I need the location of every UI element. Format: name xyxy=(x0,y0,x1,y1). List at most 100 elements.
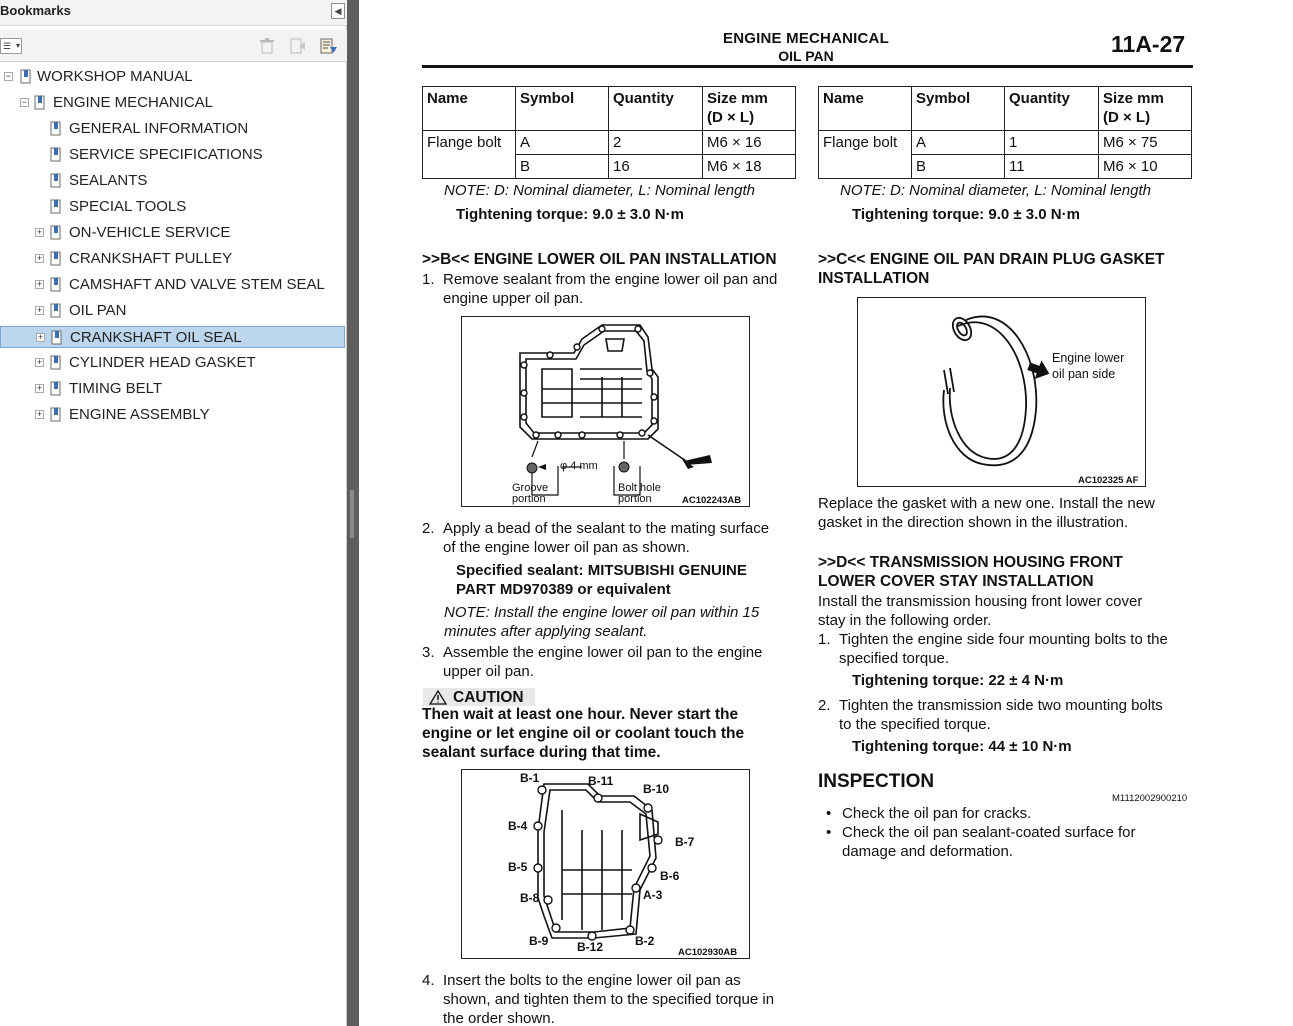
page-header-title: ENGINE MECHANICAL xyxy=(723,30,889,47)
cell-size: M6 × 16 xyxy=(702,130,796,155)
collapse-panel-button[interactable]: ◀ xyxy=(331,3,345,19)
page-header-subtitle: OIL PAN xyxy=(778,48,834,64)
expand-toggle-icon[interactable]: + xyxy=(35,306,44,315)
figure-1-dia-label: φ 4 mm xyxy=(560,460,598,472)
bookmark-icon xyxy=(51,330,62,345)
bolt-label-b9: B-9 xyxy=(529,934,549,948)
figure-1-code: AC102243AB xyxy=(682,495,742,506)
collapse-toggle-icon[interactable]: − xyxy=(4,72,13,81)
bookmark-icon xyxy=(34,95,45,110)
bookmarks-toolbar: ☰ ▾ xyxy=(0,30,347,62)
oil-pan-sealant-illustration xyxy=(519,324,712,496)
table-row: Flange bolt A 2 M6 × 16 xyxy=(422,130,796,179)
right-bolt-table: Name Symbol Quantity Size mm (D × L) Flan… xyxy=(818,86,1192,179)
warning-triangle-icon xyxy=(429,690,447,705)
cell-symbol: A xyxy=(515,130,609,155)
bookmark-item[interactable]: + ENGINE ASSEMBLY xyxy=(0,404,345,426)
bolt-label-b11: B-11 xyxy=(588,774,614,788)
bolt-label-b2: B-2 xyxy=(635,934,655,948)
bolt-label-b6: B-6 xyxy=(660,869,680,883)
bookmark-item[interactable]: SEALANTS xyxy=(0,170,345,192)
bolt-tightening-order-illustration xyxy=(533,783,663,941)
bookmark-item[interactable]: GENERAL INFORMATION xyxy=(0,118,345,140)
bookmark-item[interactable]: + CRANKSHAFT OIL SEAL xyxy=(0,326,345,348)
inspection-code: M1112002900210 xyxy=(1112,793,1188,804)
bookmark-label: SPECIAL TOOLS xyxy=(69,198,187,215)
options-menu-icon: ☰ xyxy=(3,41,12,51)
bookmark-item[interactable]: + TIMING BELT xyxy=(0,378,345,400)
section-d-step-2: 2. Tighten the transmission side two mou… xyxy=(818,697,1163,733)
bookmark-icon xyxy=(50,381,61,396)
bookmark-icon xyxy=(50,407,61,422)
splitter-grip[interactable] xyxy=(350,490,354,538)
bolt-label-b4: B-4 xyxy=(508,819,528,833)
expand-toggle-icon[interactable]: + xyxy=(35,228,44,237)
bookmark-label: ON-VEHICLE SERVICE xyxy=(69,224,231,241)
cell-quantity: 1 xyxy=(1004,130,1099,155)
section-b-step-2: 2. Apply a bead of the sealant to the ma… xyxy=(422,520,770,556)
bookmark-item[interactable]: + CRANKSHAFT PULLEY xyxy=(0,248,345,270)
bolt-label-b7: B-7 xyxy=(675,835,695,849)
figure-3-code: AC102325 AF xyxy=(1078,475,1139,486)
cell-quantity: 11 xyxy=(1004,154,1099,179)
expand-toggle-icon[interactable]: + xyxy=(35,358,44,367)
cell-size: M6 × 10 xyxy=(1098,154,1192,179)
document-page: ENGINE MECHANICAL OIL PAN 11A-27 Name Sy… xyxy=(359,0,1293,1026)
section-b-step-3: 3. Assemble the engine lower oil pan to … xyxy=(422,644,763,680)
figure-drain-plug-gasket: Engine lower oil pan side AC102325 AF xyxy=(857,297,1146,487)
figure-1-groove-label: Groove portion xyxy=(512,482,549,505)
col-header-quantity: Quantity xyxy=(608,86,703,131)
expand-bookmark-icon xyxy=(320,38,337,54)
expand-toggle-icon[interactable]: + xyxy=(35,384,44,393)
expand-toggle-icon[interactable]: + xyxy=(35,280,44,289)
bookmark-item[interactable]: + OIL PAN xyxy=(0,300,345,322)
bookmark-icon xyxy=(50,121,61,136)
delete-bookmark-button[interactable] xyxy=(260,38,274,54)
gasket-illustration xyxy=(942,315,1050,467)
collapse-toggle-icon[interactable]: − xyxy=(20,98,29,107)
expand-bookmark-button[interactable] xyxy=(320,38,338,54)
bookmark-icon xyxy=(50,355,61,370)
section-b-step-1: 1. Remove sealant from the engine lower … xyxy=(422,271,778,307)
bolt-label-b8: B-8 xyxy=(520,891,540,905)
left-table-note: NOTE: D: Nominal diameter, L: Nominal le… xyxy=(444,182,755,199)
section-d-intro: Install the transmission housing front l… xyxy=(818,593,1143,629)
col-header-name: Name xyxy=(818,86,912,131)
header-rule xyxy=(422,65,1193,68)
cell-quantity: 2 xyxy=(608,130,703,155)
options-menu-button[interactable]: ☰ ▾ xyxy=(0,38,22,54)
bookmark-item[interactable]: − WORKSHOP MANUAL xyxy=(0,66,345,88)
col-header-symbol: Symbol xyxy=(515,86,609,131)
bolt-label-b1: B-1 xyxy=(520,771,540,785)
bookmark-item[interactable]: SERVICE SPECIFICATIONS xyxy=(0,144,345,166)
section-b-step-4: 4. Insert the bolts to the engine lower … xyxy=(422,972,775,1026)
bookmark-item[interactable]: SPECIAL TOOLS xyxy=(0,196,345,218)
section-d-step-1: 1. Tighten the engine side four mounting… xyxy=(818,631,1168,667)
bookmark-item[interactable]: − ENGINE MECHANICAL xyxy=(0,92,345,114)
cell-name: Flange bolt xyxy=(422,130,516,179)
bookmark-icon xyxy=(50,303,61,318)
section-c-text: Replace the gasket with a new one. Insta… xyxy=(818,495,1155,531)
chevron-down-icon: ▾ xyxy=(16,41,21,50)
bookmark-label: CRANKSHAFT OIL SEAL xyxy=(70,329,242,346)
bookmark-label: ENGINE MECHANICAL xyxy=(53,94,214,111)
figure-2-code: AC102930AB xyxy=(678,947,738,958)
bookmark-item[interactable]: + CAMSHAFT AND VALVE STEM SEAL xyxy=(0,274,345,296)
new-bookmark-button[interactable] xyxy=(290,38,306,54)
bookmark-icon xyxy=(50,173,61,188)
page-number: 11A-27 xyxy=(1111,31,1186,57)
bookmark-item[interactable]: + CYLINDER HEAD GASKET xyxy=(0,352,345,374)
bookmark-icon xyxy=(20,69,31,84)
bookmark-icon xyxy=(50,251,61,266)
expand-toggle-icon[interactable]: + xyxy=(35,254,44,263)
expand-toggle-icon[interactable]: + xyxy=(36,333,45,342)
table-row: Flange bolt A 1 M6 × 75 xyxy=(818,130,1192,179)
bolt-label-a3: A-3 xyxy=(643,888,663,902)
list-item: Check the oil pan sealant-coated surface… xyxy=(818,823,1136,861)
bookmark-item[interactable]: + ON-VEHICLE SERVICE xyxy=(0,222,345,244)
specified-sealant: Specified sealant: MITSUBISHI GENUINE PAR… xyxy=(456,562,747,598)
bookmark-icon xyxy=(50,225,61,240)
inspection-list: Check the oil pan for cracks. Check the … xyxy=(818,804,1136,861)
cell-size: M6 × 18 xyxy=(702,154,796,179)
expand-toggle-icon[interactable]: + xyxy=(35,410,44,419)
